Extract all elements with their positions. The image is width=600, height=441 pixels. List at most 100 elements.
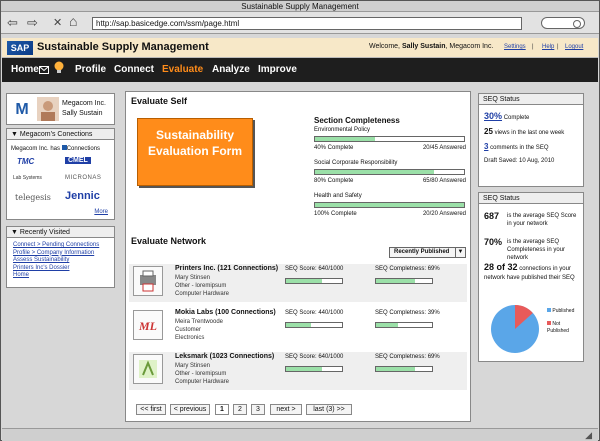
home-icon[interactable]: ⌂ bbox=[69, 14, 77, 28]
seq-network-box: SEQ Status 687 is the average SEQ Score … bbox=[478, 192, 584, 362]
seq-completeness-label: SEQ Completness: 69% bbox=[375, 354, 440, 360]
sap-logo: SAP bbox=[7, 41, 33, 55]
sort-label: Recently Published bbox=[394, 249, 450, 255]
search-field[interactable] bbox=[541, 17, 585, 29]
menu-profile[interactable]: Profile bbox=[75, 64, 106, 75]
company-name[interactable]: Leksmark (1023 Connections) bbox=[175, 353, 274, 360]
recent-box: ▼ Recently Visited Connect > Pending Con… bbox=[6, 226, 115, 288]
logo-jennic[interactable]: Jennic bbox=[65, 190, 100, 202]
seq-completeness-bar bbox=[375, 366, 433, 372]
section-answered: 65/80 Answered bbox=[422, 178, 466, 184]
seq-score-bar bbox=[285, 278, 343, 284]
sustainability-form-button[interactable]: Sustainability Evaluation Form bbox=[137, 118, 253, 186]
link-separator: | bbox=[557, 44, 559, 50]
more-link[interactable]: More bbox=[94, 209, 108, 215]
company-details: Mary Stinsen Other - loremipsum Computer… bbox=[175, 274, 229, 298]
sort-dropdown[interactable]: Recently Published ▼ bbox=[389, 247, 466, 258]
company-person: Mary Stinsen bbox=[175, 363, 211, 369]
logo-lab-systems[interactable]: Lab Systems bbox=[13, 175, 42, 181]
app-header: SAP Sustainable Supply Management Welcom… bbox=[2, 38, 598, 58]
logo-telegesis[interactable]: telegesis bbox=[15, 193, 51, 202]
section-progress-bar bbox=[314, 169, 465, 175]
pager-last[interactable]: last (3) >> bbox=[306, 404, 352, 415]
company-row[interactable]: Printers Inc. (121 Connections) Mary Sti… bbox=[129, 264, 467, 302]
seq-complete-value[interactable]: 30% bbox=[484, 111, 502, 121]
section-complete: 100% Complete bbox=[314, 211, 357, 217]
help-link[interactable]: Help bbox=[542, 44, 554, 50]
menu-connect[interactable]: Connect bbox=[114, 64, 154, 75]
close-icon[interactable]: ✕ bbox=[53, 17, 62, 30]
menu-evaluate[interactable]: Evaluate bbox=[162, 64, 203, 75]
welcome-text: Welcome, Sally Sustain, Megacom Inc. bbox=[369, 43, 493, 50]
recent-list: Connect > Pending Connections Profile > … bbox=[13, 242, 99, 280]
draft-saved: Draft Saved: 10 Aug, 2010 bbox=[484, 158, 555, 164]
connections-link[interactable]: Connections bbox=[67, 146, 100, 152]
logo-text: ML bbox=[138, 319, 157, 333]
logo-cmel[interactable]: CMEL bbox=[65, 157, 91, 164]
pie-legend: Published Not Published bbox=[547, 308, 583, 335]
company-person: Mary Stinsen bbox=[175, 275, 211, 281]
section-answered: 20/45 Answered bbox=[422, 145, 466, 151]
pager-previous[interactable]: < previous bbox=[170, 404, 210, 415]
recent-title: Recently Visited bbox=[19, 229, 70, 236]
logout-link[interactable]: Logout bbox=[565, 44, 583, 50]
section-name: Health and Safety bbox=[314, 193, 362, 199]
company-row[interactable]: Leksmark (1023 Connections) Mary Stinsen… bbox=[129, 352, 467, 390]
recent-link[interactable]: Profile > Company Information bbox=[13, 250, 99, 258]
back-arrow-icon[interactable]: ⇦ bbox=[7, 16, 18, 29]
connections-title: Megacom's Conections bbox=[19, 131, 93, 138]
lightbulb-icon[interactable] bbox=[53, 61, 65, 75]
logo-tmc[interactable]: TMC bbox=[17, 157, 34, 166]
pager-next[interactable]: next > bbox=[270, 404, 302, 415]
legend-not-published: Not Published bbox=[547, 321, 569, 334]
recent-link[interactable]: Connect > Pending Connections bbox=[13, 242, 99, 250]
avg-score-label: is the average SEQ Score in your network bbox=[507, 213, 577, 227]
seq-network-header: SEQ Status bbox=[479, 193, 583, 204]
menu-improve[interactable]: Improve bbox=[258, 64, 297, 75]
collapse-icon[interactable]: ▼ bbox=[11, 131, 20, 138]
section-name: Social Corporate Responsibility bbox=[314, 160, 398, 166]
connections-box: ▼ Megacom's Conections Megacom Inc. has … bbox=[6, 128, 115, 220]
company-name[interactable]: Printers Inc. (121 Connections) bbox=[175, 265, 278, 272]
resize-grip-icon[interactable]: ◢ bbox=[585, 430, 592, 441]
recent-link[interactable]: Home bbox=[13, 272, 99, 280]
legend-swatch-not-published bbox=[547, 321, 551, 325]
company-category: Electronics bbox=[175, 335, 205, 341]
welcome-company: , Megacom Inc. bbox=[445, 43, 494, 50]
section-complete: 80% Complete bbox=[314, 178, 354, 184]
seq-comments-value[interactable]: 3 bbox=[484, 142, 488, 151]
company-relation: Customer bbox=[175, 327, 202, 333]
company-category: Computer Hardware bbox=[175, 291, 230, 297]
legend-published: Published bbox=[552, 308, 575, 314]
collapse-icon[interactable]: ▼ bbox=[11, 229, 20, 236]
pager-page-1[interactable]: 1 bbox=[215, 404, 229, 415]
company-name[interactable]: Mokia Labs (100 Connections) bbox=[175, 309, 276, 316]
recent-link[interactable]: Printers Inc's Dossier bbox=[13, 265, 99, 273]
pager-page-2[interactable]: 2 bbox=[233, 404, 247, 415]
pager-first[interactable]: << first bbox=[136, 404, 166, 415]
connections-summary: Megacom Inc. has Connections bbox=[11, 145, 100, 152]
browser-toolbar: ⇦ ⇨ ✕ ⌂ http://sap.basicedge.com/ssm/pag… bbox=[1, 12, 599, 34]
printer-logo bbox=[133, 266, 163, 296]
welcome-user: Sally Sustain bbox=[401, 43, 446, 50]
menu-home[interactable]: Home bbox=[11, 64, 39, 75]
avg-complete-label: is the average SEQ Completeness in your … bbox=[507, 239, 566, 261]
seq-views-label: views in the last one week bbox=[494, 130, 565, 136]
pagination: << first < previous 1 2 3 next > last (3… bbox=[136, 404, 466, 416]
recent-link[interactable]: Assess Sustainability bbox=[13, 257, 99, 265]
logo-micronas[interactable]: MICRONAS bbox=[65, 175, 101, 181]
seq-score-label: SEQ Score: 440/1000 bbox=[285, 310, 344, 316]
pager-page-3[interactable]: 3 bbox=[251, 404, 265, 415]
browser-window: Sustainable Supply Management ⇦ ⇨ ✕ ⌂ ht… bbox=[0, 0, 600, 441]
chevron-down-icon[interactable]: ▼ bbox=[455, 248, 465, 257]
settings-link[interactable]: Settings bbox=[504, 44, 526, 50]
company-row[interactable]: ML Mokia Labs (100 Connections) Meira Tr… bbox=[129, 308, 467, 346]
seq-completeness-label: SEQ Completness: 39% bbox=[375, 310, 440, 316]
main-panel: Evaluate Self Sustainability Evaluation … bbox=[125, 91, 471, 422]
mail-icon[interactable] bbox=[39, 66, 49, 74]
forward-arrow-icon[interactable]: ⇨ bbox=[27, 16, 38, 29]
address-bar[interactable]: http://sap.basicedge.com/ssm/page.html bbox=[92, 17, 522, 30]
section-complete: 40% Complete bbox=[314, 145, 354, 151]
menu-analyze[interactable]: Analyze bbox=[212, 64, 250, 75]
mokia-logo: ML bbox=[133, 310, 163, 340]
